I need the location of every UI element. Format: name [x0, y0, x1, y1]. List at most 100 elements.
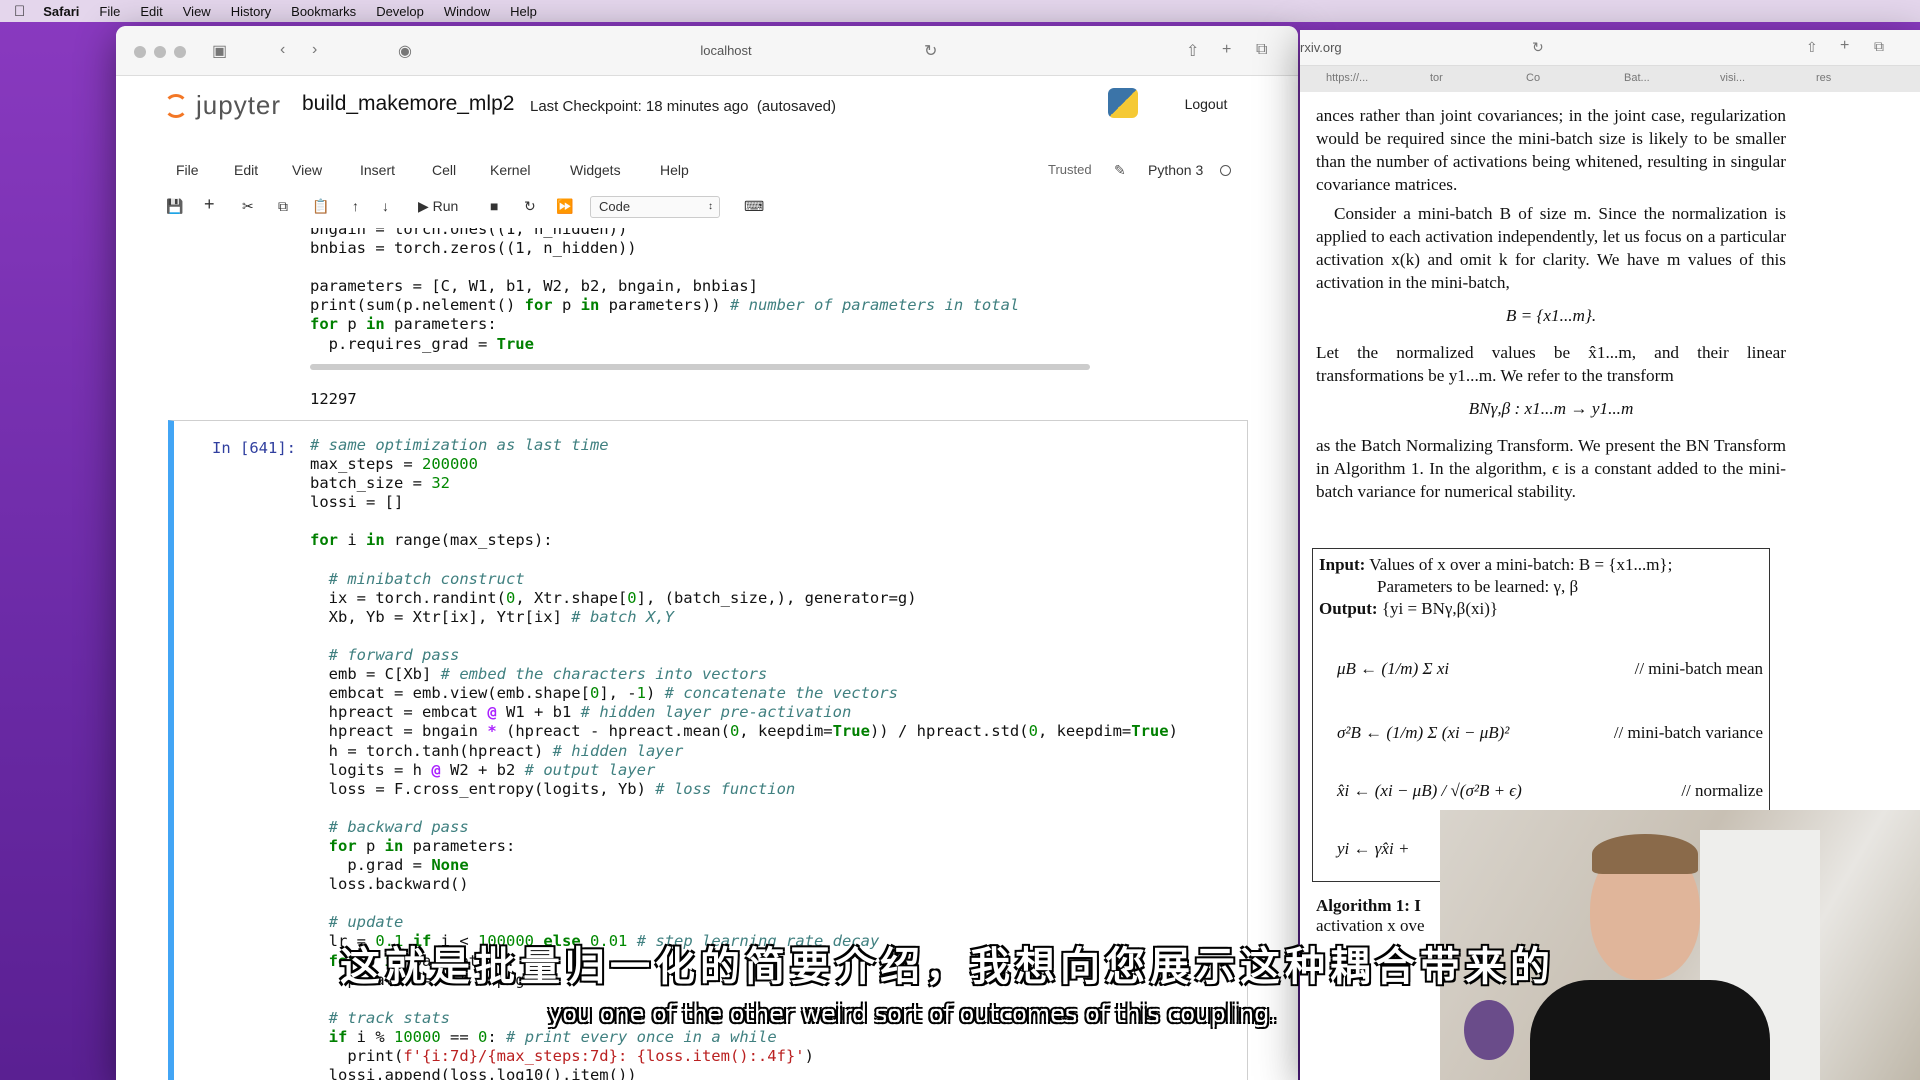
sidebar-icon[interactable]: ▣ — [212, 41, 227, 61]
notebook-name[interactable]: build_makemore_mlp2 — [302, 92, 514, 116]
menu-develop[interactable]: Develop — [376, 4, 424, 19]
menu-bookmarks[interactable]: Bookmarks — [291, 4, 356, 19]
new-tab-icon[interactable]: + — [1222, 41, 1231, 59]
algo-input-label: Input: — [1319, 555, 1366, 574]
cut-icon[interactable]: ✂ — [242, 198, 254, 215]
trusted-indicator[interactable]: Trusted — [1048, 162, 1092, 177]
jp-menu-help[interactable]: Help — [660, 162, 689, 178]
paper-paragraph-1: ances rather than joint covariances; in … — [1316, 106, 1786, 194]
paste-icon[interactable]: 📋 — [312, 198, 329, 215]
algo-params: Parameters to be learned: γ, β — [1377, 577, 1579, 596]
algorithm-caption-title: Algorithm 1: I — [1316, 896, 1421, 915]
cell-prompt: In [641]: — [212, 439, 296, 457]
paper-equation-1: B = {x1...m}. — [1505, 306, 1597, 325]
jupyter-toolbar: 💾 + ✂ ⧉ 📋 ↑ ↓ ▶ Run ■ ↻ ⏩ Code ↕ ⌨ — [116, 192, 1266, 224]
zoom-button[interactable] — [174, 46, 186, 58]
algo-var-eq: σ²B ← (1/m) Σ (xi − μB)² — [1337, 723, 1510, 742]
jupyter-header: jupyter build_makemore_mlp2 Last Checkpo… — [116, 76, 1298, 126]
algo-norm-comment: // normalize — [1681, 781, 1763, 800]
paper-new-tab-icon[interactable]: + — [1840, 37, 1849, 55]
menu-history[interactable]: History — [231, 4, 271, 19]
algo-output-label: Output: — [1319, 599, 1378, 618]
horizontal-scrollbar[interactable] — [310, 364, 1090, 370]
jupyter-menu-bar: File Edit View Insert Cell Kernel Widget… — [116, 156, 1266, 184]
paper-equation-2: BNγ,β : x1...m → y1...m — [1468, 399, 1634, 418]
forward-icon[interactable]: › — [312, 41, 317, 59]
kernel-status-icon — [1220, 165, 1231, 176]
move-down-icon[interactable]: ↓ — [382, 198, 389, 214]
edit-pencil-icon[interactable]: ✎ — [1114, 162, 1126, 179]
minimize-button[interactable] — [154, 46, 166, 58]
insert-cell-icon[interactable]: + — [204, 194, 215, 215]
reload-icon[interactable]: ↻ — [924, 41, 937, 61]
apple-icon[interactable]:  — [14, 3, 25, 20]
jp-menu-kernel[interactable]: Kernel — [490, 162, 530, 178]
run-button[interactable]: ▶ Run — [418, 198, 458, 215]
run-all-icon[interactable]: ⏩ — [556, 198, 573, 215]
back-icon[interactable]: ‹ — [280, 41, 285, 59]
python-logo-icon — [1108, 88, 1138, 118]
jp-menu-insert[interactable]: Insert — [360, 162, 395, 178]
algo-mean-comment: // mini-batch mean — [1634, 659, 1763, 678]
close-button[interactable] — [134, 46, 146, 58]
jp-menu-widgets[interactable]: Widgets — [570, 162, 621, 178]
paper-content: ances rather than joint covariances; in … — [1316, 104, 1786, 509]
paper-tabs-icon[interactable]: ⧉ — [1874, 38, 1884, 55]
macos-menu-bar:  Safari File Edit View History Bookmark… — [0, 0, 1920, 22]
webcam-presenter-body — [1530, 980, 1770, 1080]
menu-view[interactable]: View — [183, 4, 211, 19]
cell-type-value: Code — [599, 199, 631, 214]
logout-button[interactable]: Logout — [1166, 90, 1246, 118]
paper-tab-5[interactable]: visi... — [1720, 72, 1745, 84]
algo-mean-eq: μB ← (1/m) Σ xi — [1337, 659, 1450, 678]
paper-tab-2[interactable]: tor — [1430, 72, 1443, 84]
jp-menu-file[interactable]: File — [176, 162, 199, 178]
move-up-icon[interactable]: ↑ — [352, 198, 359, 214]
paper-tab-4[interactable]: Bat... — [1624, 72, 1650, 84]
paper-share-icon[interactable]: ⇧ — [1806, 39, 1818, 56]
paper-paragraph-3: Let the normalized values be x̂1...m, an… — [1316, 343, 1786, 385]
paper-tab-3[interactable]: Co — [1526, 72, 1540, 84]
menu-window[interactable]: Window — [444, 4, 490, 19]
subtitle-english: you one of the other weird sort of outco… — [548, 1000, 1277, 1028]
safari-title-bar: ▣ ‹ › ◉ localhost ↻ ⇧ + ⧉ — [116, 26, 1298, 76]
restart-icon[interactable]: ↻ — [524, 198, 536, 215]
address-bar[interactable]: localhost — [476, 38, 976, 64]
paper-tab-6[interactable]: res — [1816, 72, 1831, 84]
jupyter-logo[interactable]: jupyter — [164, 90, 281, 121]
copy-icon[interactable]: ⧉ — [278, 198, 288, 215]
paper-reload-icon[interactable]: ↻ — [1532, 39, 1544, 56]
cell-type-select[interactable]: Code ↕ — [590, 196, 720, 218]
autosave-status: (autosaved) — [756, 98, 837, 115]
jp-menu-edit[interactable]: Edit — [234, 162, 258, 178]
cell-output: 12297 — [310, 390, 357, 408]
paper-tab-1[interactable]: https://... — [1326, 72, 1368, 84]
jp-menu-cell[interactable]: Cell — [432, 162, 456, 178]
menu-file[interactable]: File — [99, 4, 120, 19]
menu-app-name[interactable]: Safari — [43, 4, 79, 19]
keyboard-icon[interactable]: ⌨ — [744, 198, 764, 215]
window-controls — [134, 46, 186, 58]
stop-icon[interactable]: ■ — [490, 198, 498, 214]
checkpoint-status: Last Checkpoint: 18 minutes ago (autosav… — [530, 98, 836, 115]
select-arrow-icon: ↕ — [708, 201, 713, 212]
algorithm-caption-text: activation x ove — [1316, 916, 1425, 935]
algo-output-text: {yi = BNγ,β(xi)} — [1381, 599, 1499, 618]
previous-cell-code[interactable]: bngain = torch.ones((1, n_hidden)) bnbia… — [310, 228, 1019, 354]
share-icon[interactable]: ⇧ — [1186, 41, 1199, 61]
paper-tab-bar: https://... tor Co Bat... visi... res — [1300, 66, 1920, 92]
kernel-name: Python 3 — [1148, 162, 1204, 178]
save-icon[interactable]: 💾 — [166, 198, 183, 215]
run-label: Run — [432, 198, 459, 214]
safari-window-jupyter: ▣ ‹ › ◉ localhost ↻ ⇧ + ⧉ jupyter build_… — [116, 26, 1298, 1080]
menu-help[interactable]: Help — [510, 4, 537, 19]
jupyter-logo-icon — [164, 94, 188, 118]
tabs-overview-icon[interactable]: ⧉ — [1256, 41, 1267, 59]
webcam-presenter-hair — [1592, 834, 1698, 874]
jp-menu-view[interactable]: View — [292, 162, 322, 178]
paper-address-bar[interactable]: rxiv.org — [1300, 40, 1342, 55]
privacy-icon[interactable]: ◉ — [398, 41, 412, 61]
menu-edit[interactable]: Edit — [140, 4, 162, 19]
algorithm-caption: Algorithm 1: Iactivation x ove — [1316, 896, 1425, 936]
algo-var-comment: // mini-batch variance — [1613, 723, 1763, 742]
